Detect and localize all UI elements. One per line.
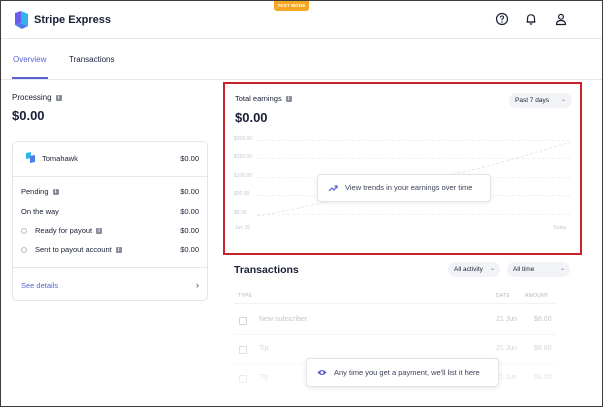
transaction-type-icon <box>239 375 247 383</box>
divider <box>13 176 207 177</box>
tab-overview[interactable]: Overview <box>13 55 46 64</box>
activity-filter-value: All activity <box>454 266 483 273</box>
processing-amount: $0.00 <box>12 108 45 123</box>
trend-up-icon <box>328 185 338 192</box>
user-icon[interactable] <box>554 12 568 26</box>
y-tick-label: $150.00 <box>234 154 253 160</box>
x-tick-label: Today <box>553 225 567 231</box>
column-header-type: TYPE <box>238 293 253 299</box>
eye-icon <box>317 370 327 375</box>
y-tick-label: $50.00 <box>234 191 250 197</box>
transaction-type: Tip <box>259 374 269 381</box>
table-row[interactable]: New subscriber 21 Jun $8.00 <box>234 316 556 328</box>
tab-transactions[interactable]: Transactions <box>69 55 115 64</box>
date-range-select[interactable]: Past 7 days ⌄ <box>509 93 572 108</box>
divider <box>234 334 556 335</box>
processing-heading: Processing i <box>12 93 62 102</box>
transaction-amount: $8.00 <box>534 345 552 352</box>
ready-for-payout-label: Ready for payout <box>35 226 93 235</box>
total-earnings-panel: Total earnings i $0.00 Past 7 days ⌄ $200… <box>223 82 582 255</box>
y-tick-label: $200.00 <box>234 136 253 142</box>
y-tick-label: $0.00 <box>234 210 247 216</box>
sent-to-payout-row: Sent to payout account i $0.00 <box>21 245 199 254</box>
transactions-empty-state: Any time you get a payment, we'll list i… <box>306 358 499 387</box>
total-earnings-amount: $0.00 <box>235 110 268 125</box>
status-dot-icon <box>21 228 27 235</box>
transaction-type: New subscriber <box>259 316 308 323</box>
see-details-label[interactable]: See details <box>21 281 58 290</box>
transactions-empty-message: Any time you get a payment, we'll list i… <box>334 368 480 377</box>
stripe-express-logo-icon <box>15 11 28 29</box>
on-the-way-label: On the way <box>21 207 59 216</box>
y-tick-label: $100.00 <box>234 173 253 179</box>
test-mode-badge: TEST MODE <box>274 1 309 11</box>
active-tab-indicator <box>12 77 48 79</box>
app-window: Stripe Express TEST MODE Overview Transa… <box>0 0 603 407</box>
info-icon[interactable]: i <box>285 96 292 103</box>
divider <box>13 267 207 268</box>
see-details-link[interactable]: See details › <box>21 280 199 290</box>
ready-for-payout-amount: $0.00 <box>180 226 199 235</box>
transaction-amount: $8.00 <box>534 316 552 323</box>
tab-bar: Overview Transactions <box>1 40 602 80</box>
transaction-amount: $8.00 <box>534 374 552 381</box>
brand-name: Stripe Express <box>34 14 112 26</box>
total-earnings-label: Total earnings <box>235 94 282 103</box>
table-row[interactable]: Tip 21 Jun $8.00 <box>234 345 556 357</box>
pending-amount: $0.00 <box>180 187 199 196</box>
chevron-right-icon[interactable]: › <box>196 280 199 290</box>
account-amount: $0.00 <box>180 154 199 163</box>
account-avatar-icon <box>26 152 35 163</box>
info-icon[interactable]: i <box>96 228 103 235</box>
sent-to-payout-label: Sent to payout account <box>35 245 112 254</box>
pending-row: Pending i $0.00 <box>21 187 199 196</box>
info-icon[interactable]: i <box>52 189 59 196</box>
x-tick-label: Jun 15 <box>235 225 251 231</box>
account-name: Tomahawk <box>42 154 78 163</box>
processing-card: Tomahawk $0.00 Pending i $0.00 On the way… <box>12 141 208 301</box>
divider <box>234 303 556 304</box>
chevron-down-icon: ⌄ <box>560 97 566 103</box>
chevron-down-icon: ⌄ <box>559 266 565 272</box>
date-range-value: Past 7 days <box>515 97 549 104</box>
help-icon[interactable] <box>495 12 509 26</box>
time-filter-value: All time <box>513 266 535 273</box>
transaction-type-icon <box>239 346 247 354</box>
sent-to-payout-amount: $0.00 <box>180 245 199 254</box>
bell-icon[interactable] <box>524 12 538 26</box>
info-icon[interactable]: i <box>55 94 62 101</box>
processing-label: Processing <box>12 93 52 102</box>
transaction-date: 21 Jun <box>496 316 518 323</box>
pending-label: Pending <box>21 187 49 196</box>
time-filter-select[interactable]: All time ⌄ <box>507 262 570 277</box>
column-header-amount: AMOUNT <box>525 293 549 299</box>
transaction-type: Tip <box>259 345 269 352</box>
transaction-date: 21 Jun <box>496 345 518 352</box>
transactions-heading: Transactions <box>234 264 299 276</box>
total-earnings-heading: Total earnings i <box>235 94 292 103</box>
info-icon[interactable]: i <box>115 247 122 254</box>
chevron-down-icon: ⌄ <box>489 266 495 272</box>
earnings-empty-message: View trends in your earnings over time <box>345 183 473 192</box>
status-dot-icon <box>21 247 27 254</box>
transaction-type-icon <box>239 317 247 325</box>
on-the-way-row: On the way $0.00 <box>21 207 199 216</box>
activity-filter-select[interactable]: All activity ⌄ <box>448 262 500 277</box>
earnings-empty-state: View trends in your earnings over time <box>317 174 491 202</box>
column-header-date: DATE <box>496 293 511 299</box>
top-bar: Stripe Express TEST MODE <box>1 1 602 39</box>
transaction-date: 21 Jun <box>496 374 518 381</box>
ready-for-payout-row: Ready for payout i $0.00 <box>21 226 199 235</box>
on-the-way-amount: $0.00 <box>180 207 199 216</box>
